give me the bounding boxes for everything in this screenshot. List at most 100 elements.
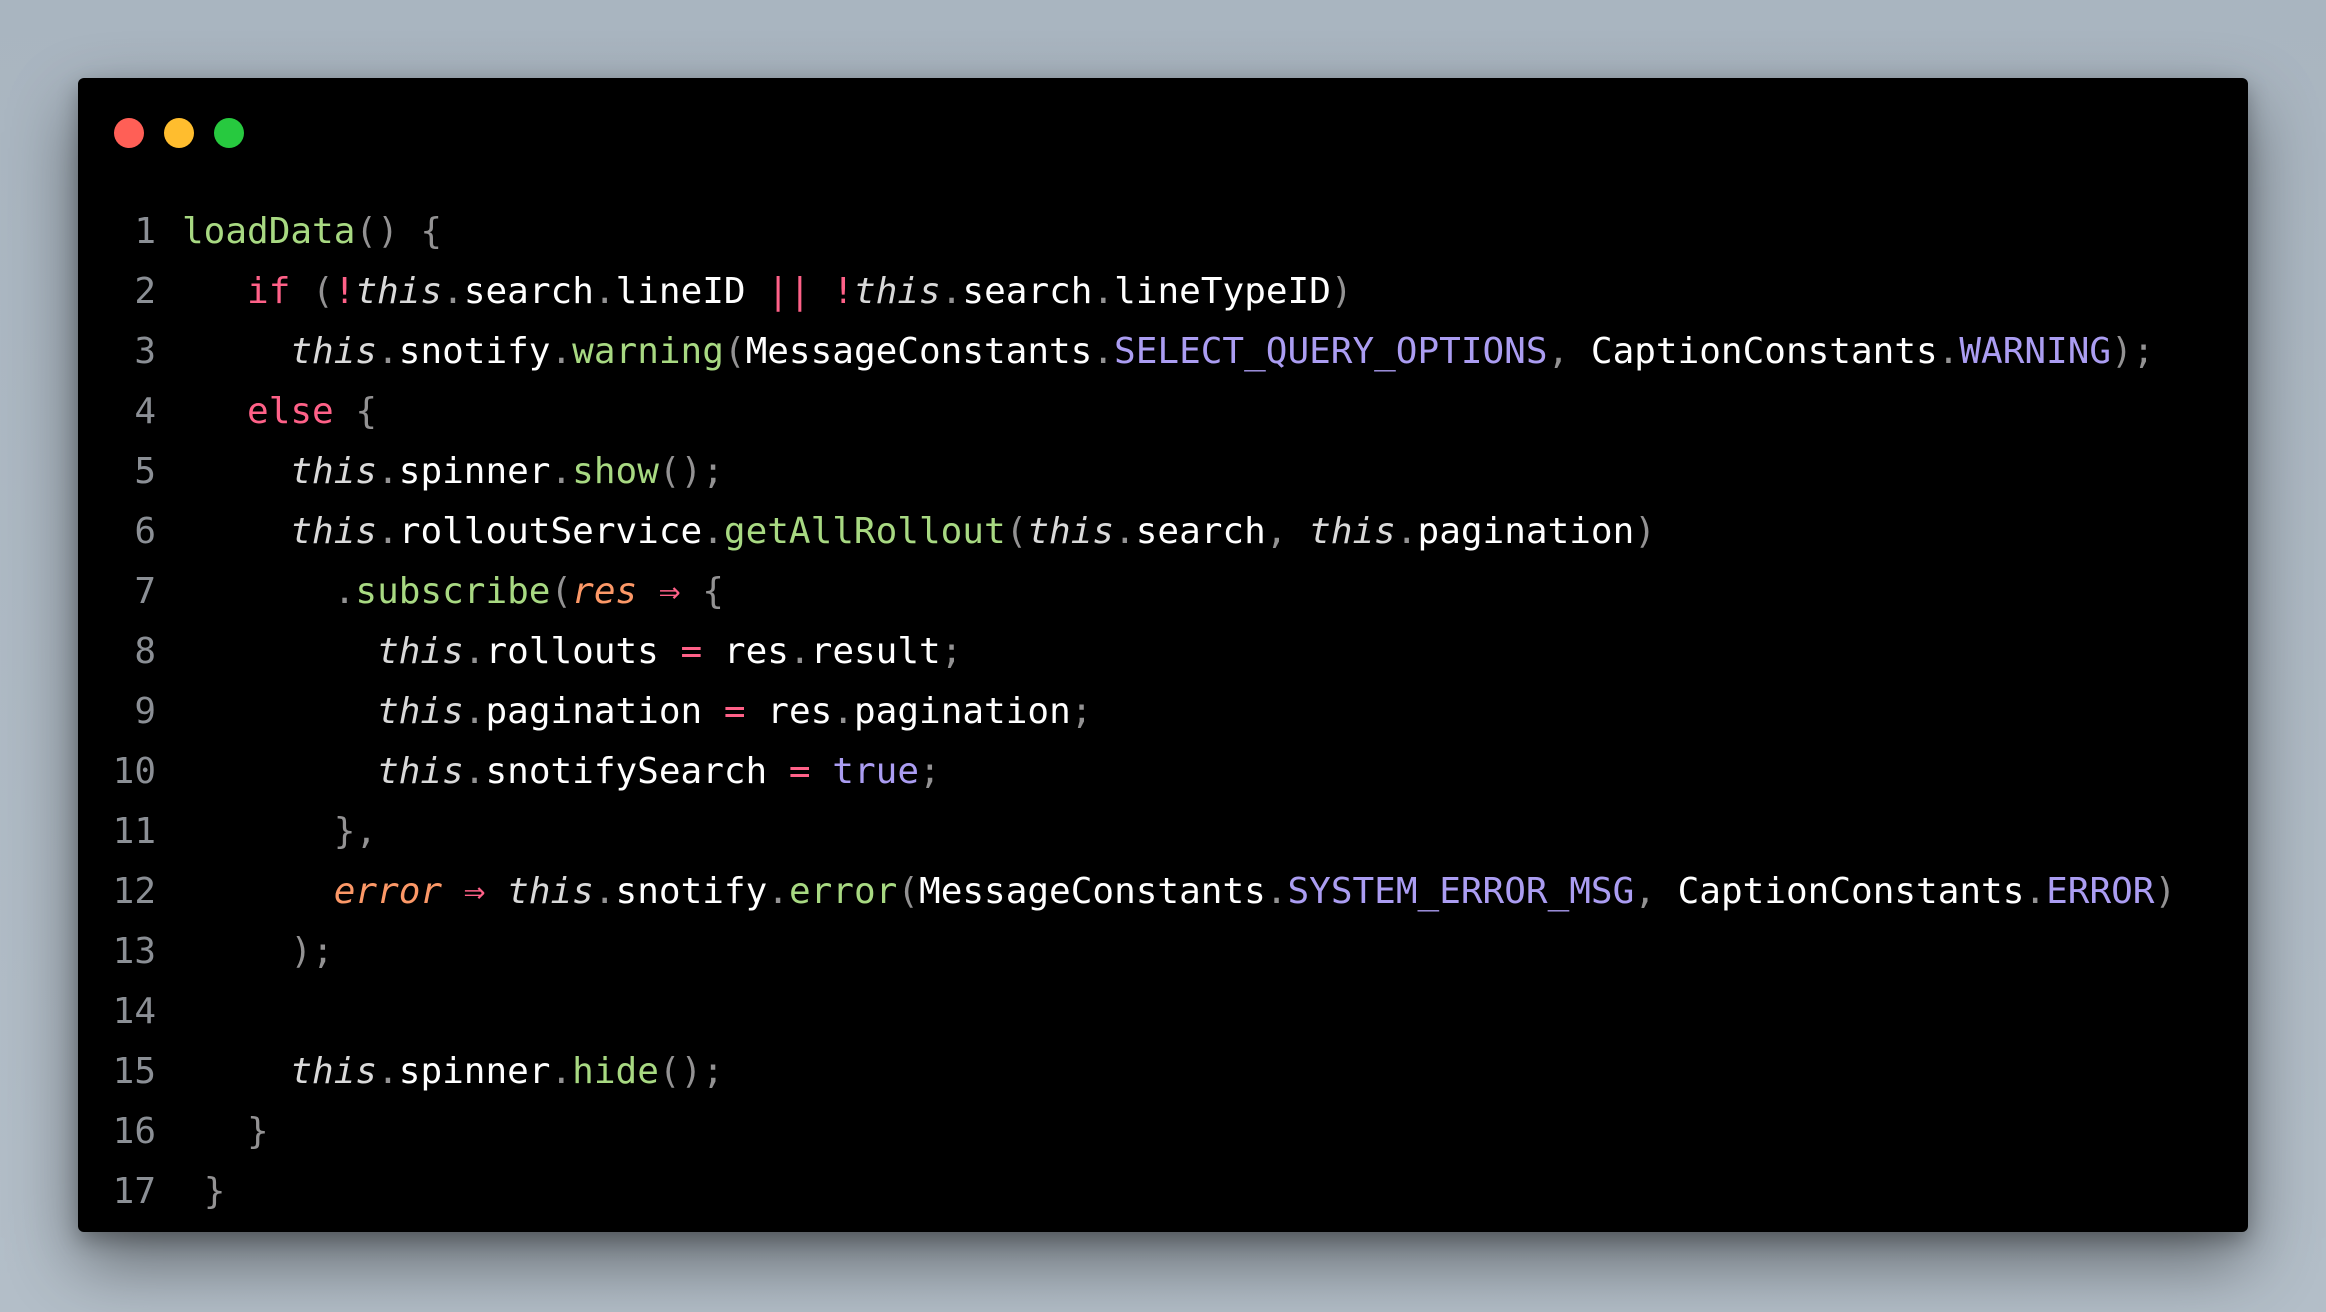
maximize-button[interactable] — [214, 118, 244, 148]
line-text: this.rolloutService.getAllRollout(this.s… — [182, 502, 1656, 562]
code-token: snotify — [398, 331, 551, 372]
close-button[interactable] — [114, 118, 144, 148]
code-token: , — [1265, 511, 1310, 552]
code-token: . — [832, 691, 854, 732]
code-token: CaptionConstants — [1677, 871, 2025, 912]
line-number: 12 — [112, 871, 156, 912]
code-token: show — [572, 451, 659, 492]
code-token: ; — [1070, 691, 1093, 732]
code-token: ) — [2154, 871, 2177, 912]
line-text: this.spinner.show(); — [182, 442, 724, 502]
code-token: ; — [919, 751, 941, 792]
code-token: this — [854, 271, 941, 312]
line-text: if (!this.search.lineID || !this.search.… — [182, 262, 1353, 322]
line-text: ); — [182, 922, 333, 982]
code-token: error — [788, 871, 898, 912]
code-token: ) — [1330, 271, 1353, 312]
code-line: 12 error ⇒ this.snotify.error(MessageCon… — [78, 862, 2248, 922]
code-token: . — [767, 871, 789, 912]
code-token: . — [377, 331, 399, 372]
code-token: . — [463, 751, 486, 792]
code-token: search — [1135, 511, 1266, 552]
code-token: lineID — [615, 271, 746, 312]
line-text: this.pagination = res.pagination; — [182, 682, 1092, 742]
code-token: rolloutService — [398, 511, 703, 552]
line-text: this.spinner.hide(); — [182, 1042, 724, 1102]
code-token: MessageConstants — [919, 871, 1266, 912]
code-token: . — [550, 1051, 573, 1092]
code-token: } — [247, 1111, 269, 1152]
code-line: 2 if (!this.search.lineID || !this.searc… — [78, 262, 2248, 322]
code-token: . — [1265, 871, 1288, 912]
code-token: }, — [333, 811, 378, 852]
code-token: this — [377, 631, 464, 672]
code-token: . — [463, 691, 486, 732]
line-text: error ⇒ this.snotify.error(MessageConsta… — [182, 862, 2176, 922]
code-token: error — [333, 871, 443, 912]
window-controls — [114, 118, 244, 148]
line-number: 16 — [112, 1111, 156, 1152]
line-number: 3 — [134, 331, 156, 372]
code-token: search — [463, 271, 594, 312]
code-window: 1 loadData() {2 if (!this.search.lineID |… — [78, 78, 2248, 1232]
code-token: ( — [290, 271, 334, 312]
code-token: this — [1309, 511, 1396, 552]
code-line: 9 this.pagination = res.pagination; — [78, 682, 2248, 742]
line-number: 8 — [134, 631, 156, 672]
code-token: { — [333, 391, 378, 432]
code-token: = — [788, 751, 811, 792]
code-token: pagination — [1417, 511, 1635, 552]
code-line: 4 else { — [78, 382, 2248, 442]
code-line: 15 this.spinner.hide(); — [78, 1042, 2248, 1102]
line-text: .subscribe(res ⇒ { — [182, 562, 724, 622]
code-token: ! — [832, 271, 855, 312]
line-number: 1 — [134, 211, 156, 252]
minimize-button[interactable] — [164, 118, 194, 148]
code-line: 7 .subscribe(res ⇒ { — [78, 562, 2248, 622]
line-number: 14 — [112, 991, 156, 1032]
code-token: . — [940, 271, 963, 312]
line-number: 13 — [112, 931, 156, 972]
code-line: 16 } — [78, 1102, 2248, 1162]
code-line: 11 }, — [78, 802, 2248, 862]
line-number: 9 — [134, 691, 156, 732]
code-token: this — [290, 331, 378, 372]
code-token: ; — [940, 631, 963, 672]
code-line: 10 this.snotifySearch = true; — [78, 742, 2248, 802]
code-token: this — [507, 871, 594, 912]
code-token: = — [680, 631, 703, 672]
code-line: 17 } — [78, 1162, 2248, 1222]
code-token: MessageConstants — [745, 331, 1093, 372]
code-token: . — [1114, 511, 1136, 552]
code-token: ERROR — [2046, 871, 2155, 912]
code-token: ( — [723, 331, 746, 372]
line-text: loadData() { — [182, 202, 442, 262]
code-token: warning — [572, 331, 724, 372]
code-block: 1 loadData() {2 if (!this.search.lineID |… — [78, 202, 2248, 1222]
code-token: . — [463, 631, 486, 672]
code-token: res — [767, 691, 833, 732]
code-token: res — [572, 571, 638, 612]
code-token: this — [355, 271, 443, 312]
code-token: . — [1395, 511, 1418, 552]
line-number: 7 — [134, 571, 156, 612]
code-line: 14 — [78, 982, 2248, 1042]
code-token: = — [723, 691, 746, 732]
code-token: this — [377, 751, 464, 792]
code-token: { — [680, 571, 724, 612]
code-token: . — [550, 451, 573, 492]
